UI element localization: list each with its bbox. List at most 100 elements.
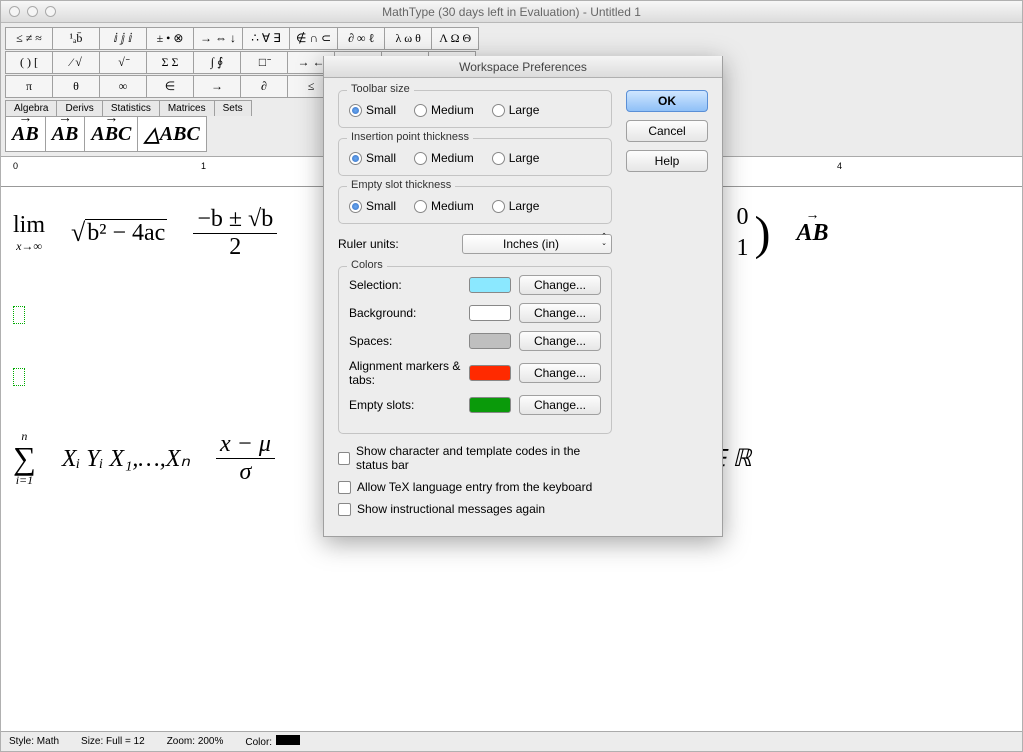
color-label: Spaces: xyxy=(349,334,469,348)
toolbar-cell[interactable]: ∴ ∀ ∃ xyxy=(242,27,290,50)
radio-label: Large xyxy=(509,103,540,117)
color-label: Alignment markers & tabs: xyxy=(349,359,469,387)
toolbar-cell[interactable]: → ⇔ ↓ xyxy=(193,27,243,50)
symbol-cell[interactable]: AB xyxy=(45,116,86,152)
toolbar-cell[interactable]: λ ω θ xyxy=(384,27,432,50)
change-button[interactable]: Change... xyxy=(519,363,601,383)
toolbar-cell[interactable]: ∞ xyxy=(99,75,147,98)
toolbar-cell[interactable]: ∂ ∞ ℓ xyxy=(337,27,385,50)
toolbar-cell[interactable]: θ xyxy=(52,75,100,98)
radio-medium[interactable]: Medium xyxy=(414,103,474,117)
toolbar-cell[interactable]: π xyxy=(5,75,53,98)
change-button[interactable]: Change... xyxy=(519,331,601,351)
radio-label: Medium xyxy=(431,199,474,213)
group-label: Toolbar size xyxy=(347,83,414,95)
radio-icon[interactable] xyxy=(414,200,427,213)
radio-icon[interactable] xyxy=(349,152,362,165)
radio-small[interactable]: Small xyxy=(349,103,396,117)
radio-icon[interactable] xyxy=(492,200,505,213)
radio-label: Small xyxy=(366,199,396,213)
colors-group-label: Colors xyxy=(347,259,387,271)
toolbar-cell[interactable]: √ ̄ xyxy=(99,51,147,74)
empty-slot-icon[interactable] xyxy=(13,306,25,324)
change-button[interactable]: Change... xyxy=(519,303,601,323)
cancel-button[interactable]: Cancel xyxy=(626,120,708,142)
toolbar-cell[interactable]: ¹ₐb̄ xyxy=(52,27,100,50)
color-label: Selection: xyxy=(349,278,469,292)
color-swatch-icon[interactable] xyxy=(469,333,511,349)
checkbox-row[interactable]: Show character and template codes in the… xyxy=(338,444,612,472)
help-button[interactable]: Help xyxy=(626,150,708,172)
radio-small[interactable]: Small xyxy=(349,151,396,165)
radio-large[interactable]: Large xyxy=(492,151,540,165)
color-swatch-icon[interactable] xyxy=(469,277,511,293)
group-label: Empty slot thickness xyxy=(347,179,455,191)
ok-button[interactable]: OK xyxy=(626,90,708,112)
color-swatch-icon[interactable] xyxy=(276,735,300,745)
toolbar-cell[interactable]: Λ Ω Θ xyxy=(431,27,479,50)
radio-large[interactable]: Large xyxy=(492,199,540,213)
toolbar-cell[interactable]: □ ̄ xyxy=(240,51,288,74)
color-label: Background: xyxy=(349,306,469,320)
radio-medium[interactable]: Medium xyxy=(414,151,474,165)
radio-icon[interactable] xyxy=(414,152,427,165)
toolbar-cell[interactable]: ∈ xyxy=(146,75,194,98)
radio-icon[interactable] xyxy=(349,104,362,117)
checkbox-icon[interactable] xyxy=(338,452,350,465)
symbol-cell[interactable]: ABC xyxy=(84,116,138,152)
toolbar-cell[interactable]: ± • ⊗ xyxy=(146,27,194,50)
toolbar_size-group: Toolbar sizeSmallMediumLarge xyxy=(338,90,612,128)
toolbar-cell[interactable]: ⅈ ⅉ ⅈ xyxy=(99,27,147,50)
toolbar-cell[interactable]: ≤ ≠ ≈ xyxy=(5,27,53,50)
vector-ab: AB xyxy=(797,220,829,247)
toolbar-cell[interactable]: Σ Σ xyxy=(146,51,194,74)
checkbox-label: Show character and template codes in the… xyxy=(356,444,612,472)
symbol-cell[interactable]: △ABC xyxy=(137,116,206,152)
window-title: MathType (30 days left in Evaluation) - … xyxy=(1,5,1022,19)
color-swatch-icon[interactable] xyxy=(469,305,511,321)
radio-icon[interactable] xyxy=(492,104,505,117)
toolbar-cell[interactable]: ∫ ∮ xyxy=(193,51,241,74)
toolbar-cell[interactable]: ∂ xyxy=(240,75,288,98)
radio-large[interactable]: Large xyxy=(492,103,540,117)
radio-icon[interactable] xyxy=(492,152,505,165)
change-button[interactable]: Change... xyxy=(519,275,601,295)
toolbar-cell[interactable]: ( ) [ xyxy=(5,51,53,74)
checkbox-row[interactable]: Show instructional messages again xyxy=(338,502,612,516)
color-swatch-icon[interactable] xyxy=(469,365,511,381)
toolbar-cell[interactable]: ⁄ √ xyxy=(52,51,100,74)
toolbar-cell[interactable]: ∉ ∩ ⊂ xyxy=(289,27,338,50)
toolbar-cell[interactable]: → xyxy=(193,75,241,98)
group-label: Insertion point thickness xyxy=(347,131,473,143)
symbol-cell[interactable]: AB xyxy=(5,116,46,152)
ruler-units-dropdown[interactable]: Inches (in) xyxy=(462,234,612,254)
change-button[interactable]: Change... xyxy=(519,395,601,415)
color-swatch-icon[interactable] xyxy=(469,397,511,413)
radio-label: Large xyxy=(509,199,540,213)
radio-label: Medium xyxy=(431,151,474,165)
checkbox-row[interactable]: Allow TeX language entry from the keyboa… xyxy=(338,480,612,494)
dialog-title: Workspace Preferences xyxy=(324,56,722,78)
titlebar: MathType (30 days left in Evaluation) - … xyxy=(1,1,1022,23)
statusbar: Style: Math Size: Full = 12 Zoom: 200% C… xyxy=(1,731,1022,751)
checkbox-label: Allow TeX language entry from the keyboa… xyxy=(357,480,592,494)
empty_slot-group: Empty slot thicknessSmallMediumLarge xyxy=(338,186,612,224)
checkbox-icon[interactable] xyxy=(338,503,351,516)
radio-label: Small xyxy=(366,151,396,165)
radio-icon[interactable] xyxy=(349,200,362,213)
radio-medium[interactable]: Medium xyxy=(414,199,474,213)
empty-slot-icon[interactable] xyxy=(13,368,25,386)
limit-expression: lim x→∞ xyxy=(13,212,45,254)
insertion-group: Insertion point thicknessSmallMediumLarg… xyxy=(338,138,612,176)
checkbox-icon[interactable] xyxy=(338,481,351,494)
tab-sets[interactable]: Sets xyxy=(214,100,252,116)
radio-small[interactable]: Small xyxy=(349,199,396,213)
sqrt-expression: b² − 4ac xyxy=(71,218,167,248)
ruler-mark: 0 xyxy=(13,161,18,171)
radio-icon[interactable] xyxy=(414,104,427,117)
colors-group: Colors Selection:Change...Background:Cha… xyxy=(338,266,612,434)
color-row: Background: Change... xyxy=(349,303,601,323)
checkbox-label: Show instructional messages again xyxy=(357,502,545,516)
tab-matrices[interactable]: Matrices xyxy=(159,100,215,116)
color-row: Empty slots:Change... xyxy=(349,395,601,415)
